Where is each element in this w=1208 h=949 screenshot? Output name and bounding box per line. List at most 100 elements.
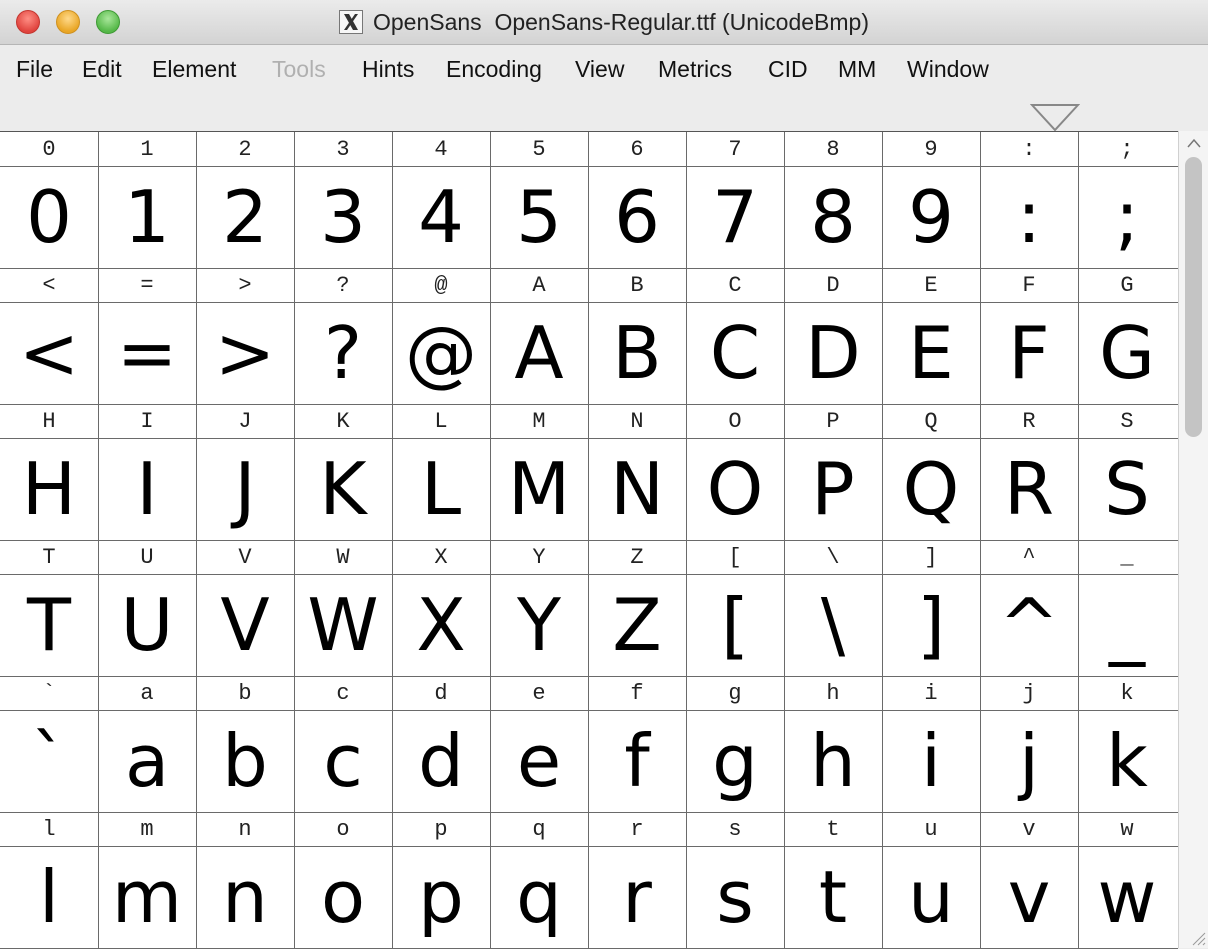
resize-grip-icon[interactable] [1188, 928, 1206, 946]
glyph-cell[interactable]: a [98, 711, 196, 811]
glyph-cell[interactable]: 2 [196, 167, 294, 267]
scroll-up-arrow-icon[interactable] [1179, 133, 1208, 153]
glyph-cell[interactable]: S [1078, 439, 1176, 539]
glyph-cell[interactable]: J [196, 439, 294, 539]
glyph-label: 6 [630, 136, 644, 162]
glyph-cell[interactable]: f [588, 711, 686, 811]
glyph-cell[interactable]: l [0, 847, 98, 947]
glyph-cell[interactable]: d [392, 711, 490, 811]
glyph-cell[interactable]: V [196, 575, 294, 675]
glyph-cell[interactable]: p [392, 847, 490, 947]
glyph-label: X [434, 544, 448, 570]
glyph-label: m [140, 816, 154, 842]
glyph-cell[interactable]: F [980, 303, 1078, 403]
glyph-cell[interactable]: M [490, 439, 588, 539]
glyph-cell[interactable]: g [686, 711, 784, 811]
glyph-cell[interactable]: 8 [784, 167, 882, 267]
glyph-cell[interactable]: ^ [980, 575, 1078, 675]
menu-metrics[interactable]: Metrics [658, 56, 732, 83]
glyph-label: Z [630, 544, 644, 570]
menu-hints[interactable]: Hints [362, 56, 414, 83]
glyph-cell[interactable]: A [490, 303, 588, 403]
glyph-cell[interactable]: ; [1078, 167, 1176, 267]
menu-edit[interactable]: Edit [82, 56, 122, 83]
glyph-cell[interactable]: Y [490, 575, 588, 675]
glyph-cell[interactable]: 0 [0, 167, 98, 267]
glyph-label: > [238, 272, 252, 298]
glyph-cell[interactable]: I [98, 439, 196, 539]
menu-view[interactable]: View [575, 56, 624, 83]
glyph-cell[interactable]: X [392, 575, 490, 675]
glyph-cell[interactable]: L [392, 439, 490, 539]
glyph-cell[interactable]: > [196, 303, 294, 403]
glyph-cell[interactable]: 1 [98, 167, 196, 267]
glyph-cell[interactable]: N [588, 439, 686, 539]
glyph-label: a [140, 680, 154, 706]
glyph-cell[interactable]: O [686, 439, 784, 539]
glyph-label: F [1022, 272, 1036, 298]
menu-overflow-icon[interactable] [1030, 103, 1080, 133]
menu-cid[interactable]: CID [768, 56, 808, 83]
glyph-cell[interactable]: : [980, 167, 1078, 267]
glyph-cell[interactable]: v [980, 847, 1078, 947]
menu-file[interactable]: File [16, 56, 53, 83]
glyph-cell[interactable]: \ [784, 575, 882, 675]
glyph-cell[interactable]: t [784, 847, 882, 947]
glyph-cell[interactable]: u [882, 847, 980, 947]
glyph-cell[interactable]: i [882, 711, 980, 811]
menu-window[interactable]: Window [907, 56, 989, 83]
glyph-cell[interactable]: G [1078, 303, 1176, 403]
glyph-cell[interactable]: 7 [686, 167, 784, 267]
glyph-cell[interactable]: Q [882, 439, 980, 539]
glyph-cell[interactable]: U [98, 575, 196, 675]
glyph-cell[interactable]: K [294, 439, 392, 539]
glyph-cell[interactable]: ? [294, 303, 392, 403]
glyph-label: U [140, 544, 154, 570]
glyph-cell[interactable]: B [588, 303, 686, 403]
glyph-cell[interactable]: s [686, 847, 784, 947]
glyph-cell[interactable]: @ [392, 303, 490, 403]
glyph-cell[interactable]: h [784, 711, 882, 811]
glyph-cell[interactable]: ` [0, 711, 98, 811]
glyph-cell[interactable]: o [294, 847, 392, 947]
glyph-cell[interactable]: e [490, 711, 588, 811]
vertical-scrollbar[interactable] [1178, 131, 1208, 948]
glyph-cell[interactable]: = [98, 303, 196, 403]
glyph-cell[interactable]: R [980, 439, 1078, 539]
menu-mm[interactable]: MM [838, 56, 876, 83]
glyph-grid[interactable]: 0 0 1 1 2 2 3 3 4 4 5 5 6 6 7 7 8 8 9 9::;; < < = = > >?? @ @ A A B B C C… [0, 131, 1178, 949]
menu-element[interactable]: Element [152, 56, 236, 83]
glyph-cell[interactable]: W [294, 575, 392, 675]
glyph-cell[interactable]: w [1078, 847, 1176, 947]
scroll-thumb[interactable] [1185, 157, 1202, 437]
glyph-cell[interactable]: c [294, 711, 392, 811]
glyph-cell[interactable]: 9 [882, 167, 980, 267]
glyph-cell[interactable]: < [0, 303, 98, 403]
glyph-cell[interactable]: ] [882, 575, 980, 675]
glyph-cell[interactable]: [ [686, 575, 784, 675]
glyph-cell[interactable]: C [686, 303, 784, 403]
glyph-cell[interactable]: m [98, 847, 196, 947]
glyph-cell[interactable]: 6 [588, 167, 686, 267]
glyph-label: d [434, 680, 448, 706]
glyph-cell[interactable]: H [0, 439, 98, 539]
glyph-cell[interactable]: j [980, 711, 1078, 811]
glyph-cell[interactable]: E [882, 303, 980, 403]
glyph-cell[interactable]: P [784, 439, 882, 539]
glyph-cell[interactable]: _ [1078, 575, 1176, 675]
glyph-cell[interactable]: 3 [294, 167, 392, 267]
glyph-cell[interactable]: b [196, 711, 294, 811]
glyph-cell[interactable]: q [490, 847, 588, 947]
window-title: OpenSans OpenSans-Regular.ttf (UnicodeBm… [372, 8, 870, 35]
glyph-cell[interactable]: 4 [392, 167, 490, 267]
glyph-cell[interactable]: n [196, 847, 294, 947]
glyph-cell[interactable]: r [588, 847, 686, 947]
glyph-label: = [140, 272, 154, 298]
glyph-label: A [532, 272, 546, 298]
glyph-cell[interactable]: T [0, 575, 98, 675]
glyph-cell[interactable]: 5 [490, 167, 588, 267]
glyph-cell[interactable]: D [784, 303, 882, 403]
menu-encoding[interactable]: Encoding [446, 56, 542, 83]
glyph-cell[interactable]: k [1078, 711, 1176, 811]
glyph-cell[interactable]: Z [588, 575, 686, 675]
